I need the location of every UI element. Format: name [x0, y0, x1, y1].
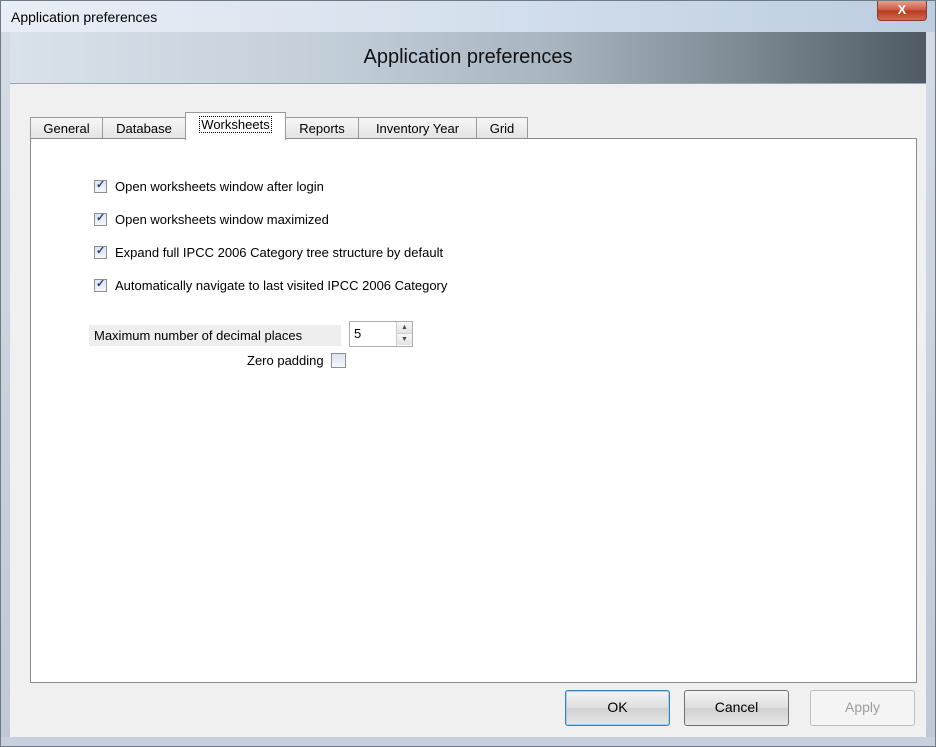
banner-title: Application preferences: [363, 46, 573, 68]
arrow-down-icon[interactable]: ▼: [397, 334, 412, 345]
title-bar: Application preferences X: [1, 1, 935, 32]
apply-button[interactable]: Apply: [810, 690, 915, 726]
zero-padding-row[interactable]: Zero padding: [247, 353, 346, 368]
window-frame-right: [926, 32, 935, 746]
option-open-maximized[interactable]: Open worksheets window maximized: [94, 210, 329, 228]
tab-label: Reports: [299, 121, 345, 136]
tab-database[interactable]: Database: [102, 117, 186, 139]
zero-padding-label: Zero padding: [247, 353, 324, 368]
tab-worksheets[interactable]: Worksheets: [185, 112, 286, 140]
dialog-client-area: Application preferences General Database…: [10, 32, 926, 737]
tab-grid[interactable]: Grid: [476, 117, 528, 139]
tab-label: General: [43, 121, 90, 136]
tab-label: Worksheets: [199, 116, 272, 133]
window-frame-bottom: [1, 737, 935, 746]
cancel-button[interactable]: Cancel: [684, 690, 789, 726]
worksheets-panel: Open worksheets window after login Open …: [30, 138, 917, 683]
header-banner: Application preferences: [10, 32, 926, 84]
checkbox[interactable]: [94, 277, 107, 292]
tab-inventory-year[interactable]: Inventory Year: [358, 117, 477, 139]
close-button[interactable]: X: [877, 1, 927, 21]
checkbox[interactable]: [94, 244, 107, 259]
checkbox[interactable]: [94, 178, 107, 193]
zero-padding-checkbox[interactable]: [330, 353, 346, 368]
option-label: Expand full IPCC 2006 Category tree stru…: [115, 244, 444, 260]
spinner-buttons: ▲ ▼: [396, 322, 412, 346]
option-label: Open worksheets window maximized: [115, 211, 329, 227]
decimal-places-label: Maximum number of decimal places: [89, 325, 341, 346]
option-label: Open worksheets window after login: [115, 178, 324, 194]
tab-label: Database: [116, 121, 172, 136]
option-expand-tree[interactable]: Expand full IPCC 2006 Category tree stru…: [94, 243, 443, 261]
option-navigate-last-category[interactable]: Automatically navigate to last visited I…: [94, 276, 447, 294]
option-label: Automatically navigate to last visited I…: [115, 277, 448, 293]
close-icon: X: [897, 2, 907, 17]
window-frame-left: [1, 32, 10, 746]
tab-label: Grid: [489, 121, 515, 136]
window-title: Application preferences: [11, 9, 158, 25]
option-open-after-login[interactable]: Open worksheets window after login: [94, 177, 324, 195]
decimal-places-spinner[interactable]: 5 ▲ ▼: [349, 321, 413, 347]
preferences-window: Application preferences X Application pr…: [0, 0, 936, 747]
tab-label: Inventory Year: [375, 121, 460, 136]
arrow-up-icon[interactable]: ▲: [397, 322, 412, 334]
decimal-places-value[interactable]: 5: [354, 326, 394, 341]
tab-reports[interactable]: Reports: [285, 117, 359, 139]
checkbox[interactable]: [94, 211, 107, 226]
tab-general[interactable]: General: [30, 117, 103, 139]
ok-button[interactable]: OK: [565, 690, 670, 726]
